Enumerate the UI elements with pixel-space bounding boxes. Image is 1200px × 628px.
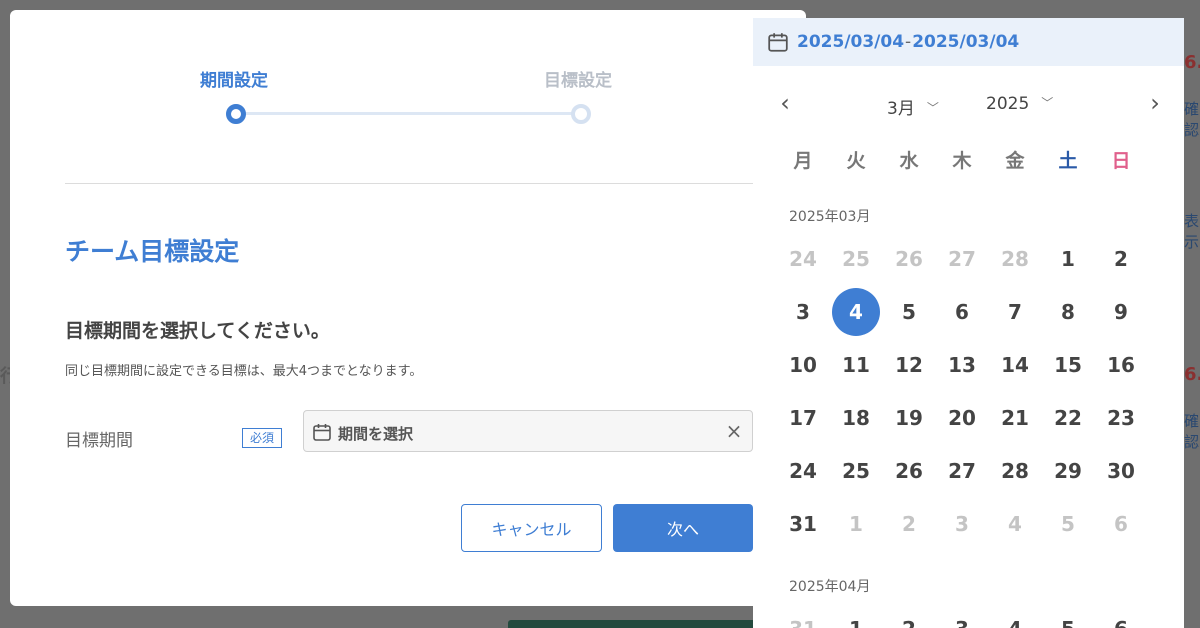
calendar-day[interactable]: 2	[885, 605, 933, 628]
calendar-day[interactable]: 8	[1044, 288, 1092, 336]
calendar-day[interactable]: 6	[1097, 500, 1145, 548]
calendar-day[interactable]: 1	[1044, 235, 1092, 283]
chevron-down-icon: ﹀	[926, 101, 939, 115]
weekday-header: 日	[1111, 150, 1131, 172]
calendar-day[interactable]: 6	[1097, 605, 1145, 628]
calendar-day[interactable]: 16	[1097, 341, 1145, 389]
background-link: 表示	[1184, 212, 1200, 251]
calendar-day[interactable]: 3	[938, 605, 986, 628]
prev-month-icon[interactable]: ‹	[775, 90, 795, 116]
calendar-day[interactable]: 28	[991, 235, 1039, 283]
background-text: 6.	[1184, 364, 1200, 385]
stepper-line	[246, 112, 582, 115]
chevron-down-icon: ﹀	[1041, 96, 1054, 110]
calendar-day[interactable]: 15	[1044, 341, 1092, 389]
calendar-day[interactable]: 1	[832, 500, 880, 548]
date-range-picker: 2025/03/04-2025/03/04 ‹ 3月 ﹀ 2025 ﹀ › 月火水木…	[753, 18, 1184, 628]
period-field-label: 目標期間	[65, 431, 133, 451]
calendar-day[interactable]: 9	[1097, 288, 1145, 336]
calendar-day[interactable]: 26	[885, 235, 933, 283]
weekday-header: 木	[952, 150, 972, 172]
calendar-day[interactable]: 17	[779, 394, 827, 442]
weekday-header: 水	[899, 150, 919, 172]
calendar-day[interactable]: 7	[991, 288, 1039, 336]
month-label: 2025年03月	[789, 209, 871, 225]
year-select[interactable]: 2025 ﹀	[986, 94, 1053, 114]
calendar-day[interactable]: 14	[991, 341, 1039, 389]
help-note: 同じ目標期間に設定できる目標は、最大4つまでとなります。	[65, 364, 423, 379]
background-footer-bar	[508, 620, 758, 628]
step-dot-active	[226, 104, 246, 124]
range-start: 2025/03/04	[797, 32, 905, 52]
month-label: 2025年04月	[789, 579, 871, 595]
selected-range-header: 2025/03/04-2025/03/04	[753, 18, 1184, 66]
range-separator: -	[905, 32, 912, 52]
range-end: 2025/03/04	[912, 32, 1020, 52]
calendar-day[interactable]: 5	[1044, 500, 1092, 548]
modal-title: チーム目標設定	[65, 237, 240, 266]
next-button[interactable]: 次へ	[613, 504, 753, 552]
month-select-value: 3月	[887, 99, 915, 119]
close-icon[interactable]: ×	[724, 421, 744, 441]
selected-range: 2025/03/04-2025/03/04	[797, 32, 1019, 52]
weekday-header: 金	[1005, 150, 1025, 172]
year-select-value: 2025	[986, 94, 1030, 114]
calendar-day[interactable]: 4	[991, 500, 1039, 548]
calendar-day[interactable]: 6	[938, 288, 986, 336]
background-link: 確認	[1184, 412, 1200, 451]
calendar-day[interactable]: 26	[885, 447, 933, 495]
calendar-day[interactable]: 28	[991, 447, 1039, 495]
calendar-day[interactable]: 2	[885, 500, 933, 548]
calendar-day[interactable]: 10	[779, 341, 827, 389]
calendar-day[interactable]: 4	[991, 605, 1039, 628]
question-heading: 目標期間を選択してください。	[65, 320, 330, 342]
background-text: 6.	[1184, 52, 1200, 73]
calendar-day[interactable]: 24	[779, 447, 827, 495]
required-badge: 必須	[242, 428, 282, 448]
calendar-icon	[767, 31, 789, 57]
cancel-button[interactable]: キャンセル	[461, 504, 602, 552]
next-month-icon[interactable]: ›	[1145, 90, 1165, 116]
calendar-day[interactable]: 21	[991, 394, 1039, 442]
calendar-day[interactable]: 13	[938, 341, 986, 389]
calendar-day[interactable]: 18	[832, 394, 880, 442]
calendar-day[interactable]: 22	[1044, 394, 1092, 442]
calendar-day[interactable]: 31	[779, 605, 827, 628]
period-date-input[interactable]: 期間を選択 ×	[303, 410, 753, 452]
calendar-day[interactable]: 25	[832, 235, 880, 283]
calendar-day[interactable]: 30	[1097, 447, 1145, 495]
calendar-day[interactable]: 5	[1044, 605, 1092, 628]
calendar-day[interactable]: 11	[832, 341, 880, 389]
calendar-day[interactable]: 5	[885, 288, 933, 336]
calendar-day[interactable]: 24	[779, 235, 827, 283]
period-placeholder: 期間を選択	[338, 425, 414, 443]
calendar-day-selected[interactable]: 4	[832, 288, 880, 336]
weekday-header: 土	[1058, 150, 1078, 172]
calendar-day[interactable]: 20	[938, 394, 986, 442]
weekday-header: 月	[793, 150, 813, 172]
calendar-day[interactable]: 27	[938, 235, 986, 283]
step-dot-inactive	[571, 104, 591, 124]
calendar-day[interactable]: 3	[938, 500, 986, 548]
calendar-day[interactable]: 23	[1097, 394, 1145, 442]
background-link: 確認	[1184, 100, 1200, 139]
calendar-day[interactable]: 2	[1097, 235, 1145, 283]
calendar-day[interactable]: 19	[885, 394, 933, 442]
divider	[65, 183, 806, 184]
calendar-icon	[312, 422, 332, 446]
calendar-day[interactable]: 3	[779, 288, 827, 336]
calendar-day[interactable]: 29	[1044, 447, 1092, 495]
calendar-day[interactable]: 31	[779, 500, 827, 548]
calendar-day[interactable]: 27	[938, 447, 986, 495]
calendar-day[interactable]: 12	[885, 341, 933, 389]
month-select[interactable]: 3月 ﹀	[887, 94, 939, 119]
weekday-header: 火	[846, 150, 866, 172]
step-label-period: 期間設定	[200, 71, 268, 91]
step-label-goal: 目標設定	[544, 71, 612, 91]
calendar-day[interactable]: 25	[832, 447, 880, 495]
calendar-day[interactable]: 1	[832, 605, 880, 628]
goal-setting-modal: 期間設定 目標設定 チーム目標設定 目標期間を選択してください。 同じ目標期間に…	[10, 10, 806, 606]
